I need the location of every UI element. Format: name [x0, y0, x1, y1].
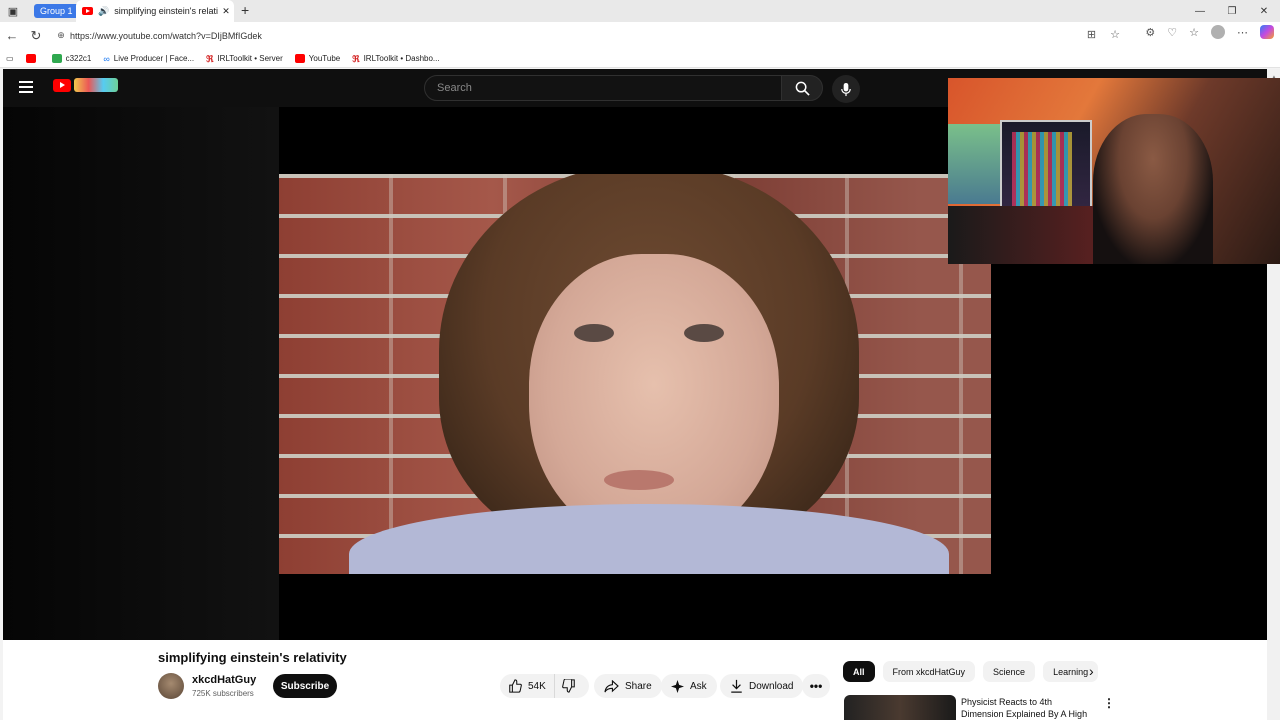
tab-group-chip[interactable]: Group 1 [34, 4, 79, 18]
webcam-streamer [1093, 114, 1213, 264]
related-filter-chips: All From xkcdHatGuy Science Learning [843, 661, 1099, 682]
bookmarks-bar: ▭ c322c1 ∞ Live Producer | Face... ℜ IRLTo… [0, 49, 1280, 68]
sparkle-icon [671, 679, 684, 693]
recommendation-thumbnail[interactable] [844, 695, 956, 720]
youtube-doodle [74, 78, 118, 92]
recommendation-title[interactable]: Physicist Reacts to 4th Dimension Explai… [961, 696, 1091, 720]
subscriber-count: 725K subscribers [192, 689, 254, 698]
like-dislike-group: 54K [500, 674, 589, 698]
more-actions-button[interactable]: ••• [802, 674, 830, 698]
chip-science[interactable]: Science [983, 661, 1036, 682]
ask-button[interactable]: Ask [661, 674, 717, 698]
speaker-icon[interactable]: 🔊 [98, 6, 109, 17]
url-text: https://www.youtube.com/watch?v=DIjBMfIG… [70, 30, 262, 41]
voice-search-button[interactable] [832, 75, 860, 103]
share-label: Share [625, 680, 652, 692]
profile-avatar-icon[interactable] [1211, 25, 1225, 39]
person-eye-right [684, 324, 724, 342]
youtube-play-icon [53, 78, 71, 92]
favorite-star-icon[interactable]: ☆ [1110, 28, 1120, 41]
close-window-icon[interactable]: ✕ [1248, 0, 1280, 22]
bookmark-5[interactable]: ℜ IRLToolkit • Dashbo... [352, 53, 439, 64]
youtube-icon [25, 53, 36, 63]
video-frame[interactable] [279, 174, 991, 574]
channel-avatar[interactable] [158, 673, 184, 699]
copilot-icon[interactable] [1260, 25, 1274, 39]
restore-icon[interactable]: ❐ [1216, 0, 1248, 22]
address-bar[interactable]: ⊕ https://www.youtube.com/watch?v=DIjBMf… [52, 25, 1128, 46]
browser-window: ▣ Group 1 🔊 simplifying einstein's relat… [0, 0, 1280, 720]
browser-toolbar: ← ↻ ⊕ https://www.youtube.com/watch?v=DI… [0, 22, 1280, 49]
site-info-icon[interactable]: ⊕ [52, 30, 70, 41]
bookmark-3[interactable]: ℜ IRLToolkit • Server [206, 53, 283, 64]
person-mouth [604, 470, 674, 490]
video-title: simplifying einstein's relativity [158, 650, 347, 665]
tab-title: simplifying einstein's relativity [114, 6, 218, 16]
webcam-monitor [948, 124, 1000, 204]
toolbar-actions: ⚙ ♡ ☆ ⋯ [1145, 25, 1274, 39]
person-eye-left [574, 324, 614, 342]
recommendation-menu-icon[interactable]: ⋮ [1103, 696, 1115, 710]
app-available-icon[interactable]: ⊞ [1087, 28, 1096, 41]
bookmark-0[interactable] [25, 53, 40, 63]
microphone-icon [841, 82, 851, 96]
download-icon [731, 679, 742, 693]
tab-active[interactable]: 🔊 simplifying einstein's relativity ✕ [76, 0, 234, 22]
chip-from-channel[interactable]: From xkcdHatGuy [882, 661, 976, 682]
chevron-right-icon[interactable]: › [1089, 663, 1094, 679]
chip-all[interactable]: All [843, 661, 875, 682]
like-button[interactable]: 54K [500, 674, 555, 698]
webcam-desk [948, 206, 1098, 264]
person-face [529, 254, 779, 544]
like-count: 54K [528, 680, 546, 692]
youtube-favicon-icon [82, 7, 93, 15]
favorites-icon[interactable]: ☆ [1189, 26, 1199, 39]
minimize-icon[interactable]: — [1184, 0, 1216, 22]
tab-strip: ▣ Group 1 🔊 simplifying einstein's relat… [0, 0, 1280, 22]
window-controls: — ❐ ✕ [1184, 0, 1280, 22]
browser-essentials-icon[interactable]: ♡ [1167, 26, 1177, 39]
share-button[interactable]: Share [594, 674, 662, 698]
youtube-logo[interactable] [53, 78, 118, 92]
bookmark-1[interactable]: c322c1 [51, 53, 91, 63]
workspaces-icon[interactable]: ▣ [0, 0, 26, 22]
thumbs-up-icon [509, 679, 522, 693]
webcam-overlay [948, 78, 1280, 264]
irltoolkit-icon: ℜ [352, 53, 360, 64]
meta-icon: ∞ [103, 53, 110, 64]
extensions-icon[interactable]: ⚙ [1145, 26, 1155, 39]
ask-label: Ask [690, 680, 707, 692]
download-button[interactable]: Download [720, 674, 804, 698]
bookmark-2[interactable]: ∞ Live Producer | Face... [103, 53, 194, 64]
guide-menu-icon[interactable] [19, 81, 33, 93]
player-ambient-area [3, 107, 279, 640]
thumbs-down-icon [562, 679, 575, 693]
new-tab-icon[interactable]: + [241, 2, 249, 18]
subscribe-button[interactable]: Subscribe [273, 674, 337, 698]
channel-name[interactable]: xkcdHatGuy [192, 674, 256, 686]
kick-icon [51, 53, 62, 63]
download-label: Download [749, 680, 794, 692]
close-tab-icon[interactable]: ✕ [222, 6, 230, 17]
more-horizontal-icon: ••• [809, 679, 823, 693]
reload-icon[interactable]: ↻ [24, 28, 48, 44]
irltoolkit-icon: ℜ [206, 53, 214, 64]
dislike-button[interactable] [555, 679, 589, 693]
back-icon[interactable]: ← [0, 28, 24, 43]
search-input[interactable]: Search [424, 75, 782, 101]
more-menu-icon[interactable]: ⋯ [1237, 26, 1248, 39]
search-button[interactable] [781, 75, 823, 101]
youtube-icon [294, 53, 305, 63]
search-icon [795, 81, 810, 96]
bookmark-4[interactable]: YouTube [294, 53, 340, 63]
bookmarks-menu-icon[interactable]: ▭ [6, 54, 14, 63]
share-icon [604, 679, 619, 692]
